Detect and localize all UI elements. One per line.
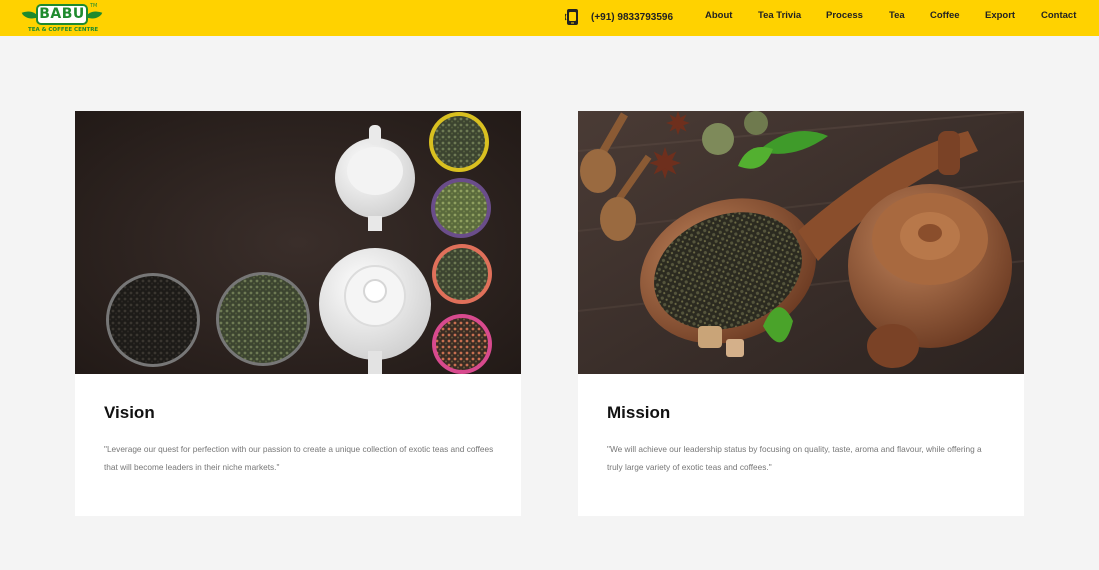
babu-logo[interactable]: BABU TM TEA & COFFEE CENTRE bbox=[20, 2, 104, 35]
leaf-icon bbox=[85, 7, 103, 23]
logo-name: BABU bbox=[39, 6, 85, 22]
tea-flatlay-image bbox=[75, 111, 521, 374]
nav-tea[interactable]: Tea bbox=[889, 10, 905, 21]
vision-card: Vision "Leverage our quest for perfectio… bbox=[75, 111, 521, 516]
vision-text: "Leverage our quest for perfection with … bbox=[104, 444, 494, 472]
nav-process[interactable]: Process bbox=[826, 10, 863, 21]
tea-spoon-teapot-image bbox=[578, 111, 1024, 374]
phone-contact[interactable]: (+91) 9833793596 bbox=[565, 8, 673, 26]
vision-title: Vision bbox=[104, 403, 155, 422]
logo-trademark: TM bbox=[90, 3, 98, 9]
logo-badge: BABU bbox=[36, 4, 88, 25]
site-header: BABU TM TEA & COFFEE CENTRE (+91) 983379… bbox=[0, 0, 1099, 36]
nav-export[interactable]: Export bbox=[985, 10, 1015, 21]
mission-text: "We will achieve our leadership status b… bbox=[607, 444, 982, 472]
phone-icon bbox=[565, 9, 578, 25]
mission-card: Mission "We will achieve our leadership … bbox=[578, 111, 1024, 516]
mission-title: Mission bbox=[607, 403, 671, 422]
phone-number: (+91) 9833793596 bbox=[591, 11, 674, 23]
logo-subtitle: TEA & COFFEE CENTRE bbox=[28, 27, 99, 33]
nav-tea-trivia[interactable]: Tea Trivia bbox=[758, 10, 801, 21]
nav-about[interactable]: About bbox=[705, 10, 732, 21]
nav-contact[interactable]: Contact bbox=[1041, 10, 1076, 21]
nav-coffee[interactable]: Coffee bbox=[930, 10, 960, 21]
